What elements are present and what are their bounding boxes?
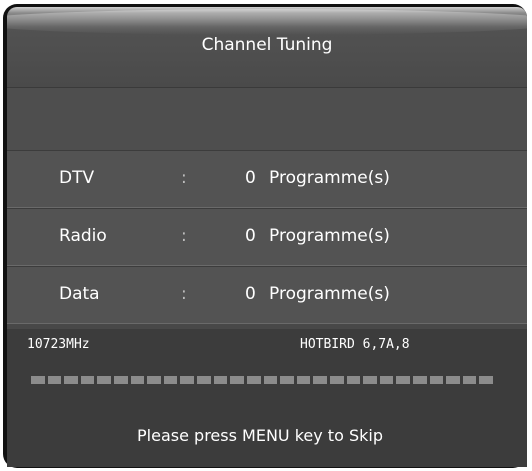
progress-segment: [114, 376, 128, 384]
result-count: 0: [245, 284, 256, 304]
progress-segment: [130, 376, 145, 384]
result-row-radio: Radio : 0 Programme(s): [7, 208, 527, 266]
result-label: Data: [59, 284, 100, 304]
result-row-dtv: DTV : 0 Programme(s): [7, 150, 527, 208]
progress-segment: [64, 376, 78, 384]
result-separator: :: [181, 284, 187, 304]
progress-segment: [396, 376, 411, 384]
result-separator: :: [181, 226, 187, 246]
result-label: DTV: [59, 168, 95, 188]
blank-row: [7, 88, 527, 151]
result-row-data: Data : 0 Programme(s): [7, 266, 527, 324]
progress-segment: [80, 376, 95, 384]
progress-segment: [246, 376, 261, 384]
result-unit: Programme(s): [269, 168, 390, 188]
progress-segment: [479, 376, 494, 384]
satellite-name: HOTBIRD 6,7A,8: [300, 337, 410, 352]
progress-segment: [413, 376, 427, 384]
result-count: 0: [245, 168, 256, 188]
progress-segment: [97, 376, 112, 384]
progress-segment: [197, 376, 211, 384]
skip-hint: Please press MENU key to Skip: [137, 426, 383, 445]
progress-segment: [429, 376, 444, 384]
result-label: Radio: [59, 226, 107, 246]
result-unit: Programme(s): [269, 284, 390, 304]
progress-segment: [180, 376, 195, 384]
channel-tuning-dialog: Channel Tuning DTV : 0 Programme(s) Radi…: [7, 7, 527, 467]
progress-segment: [446, 376, 460, 384]
progress-segment: [462, 376, 477, 384]
result-unit: Programme(s): [269, 226, 390, 246]
progress-segment: [263, 376, 278, 384]
progress-segment: [230, 376, 244, 384]
progress-segment: [346, 376, 361, 384]
progress-segment: [163, 376, 178, 384]
progress-segment: [379, 376, 394, 384]
result-separator: :: [181, 168, 187, 188]
frequency-readout: 10723MHz: [27, 337, 90, 352]
progress-segment: [363, 376, 377, 384]
progress-segment: [213, 376, 228, 384]
progress-segment: [31, 376, 45, 384]
title-bar: Channel Tuning: [7, 7, 527, 88]
progress-segment: [313, 376, 327, 384]
progress-segment: [329, 376, 344, 384]
progress-segment: [47, 376, 62, 384]
progress-segment: [147, 376, 161, 384]
progress-segment: [280, 376, 294, 384]
progress-segment: [296, 376, 311, 384]
result-count: 0: [245, 226, 256, 246]
scan-progress-bar: [31, 376, 494, 384]
dialog-title: Channel Tuning: [201, 35, 333, 55]
